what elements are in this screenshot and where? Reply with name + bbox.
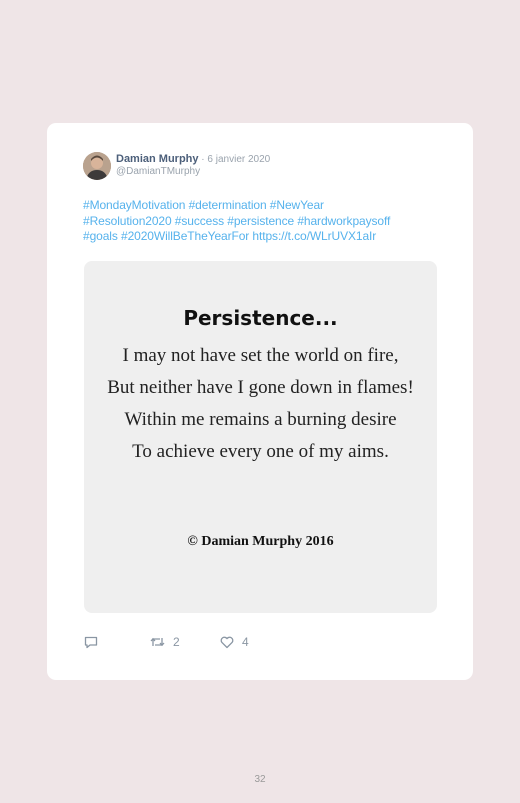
author-name[interactable]: Damian Murphy [116, 153, 199, 165]
author-handle[interactable]: @DamianTMurphy [116, 166, 200, 178]
poem-line: I may not have set the world on fire, [122, 345, 399, 366]
tweet-media-image[interactable]: Persistence... I may not have set the wo… [84, 261, 437, 613]
tweet-date[interactable]: 6 janvier 2020 [207, 154, 270, 165]
tweet-text: #MondayMotivation #determination #NewYea… [83, 198, 443, 245]
page-number: 32 [254, 774, 266, 785]
poem-line: But neither have I gone down in flames! [107, 377, 414, 398]
poem-title: Persistence... [183, 306, 338, 330]
reply-icon [83, 634, 99, 650]
retweet-button[interactable]: 2 [149, 632, 180, 652]
like-count: 4 [242, 635, 249, 649]
author-line: Damian Murphy · 6 janvier 2020 [116, 153, 270, 166]
tweet-actions: 2 4 [83, 632, 383, 652]
poem-line: To achieve every one of my aims. [132, 441, 389, 462]
retweet-count: 2 [173, 635, 180, 649]
heart-icon [219, 634, 235, 650]
tweet-text-line[interactable]: #Resolution2020 #success #persistence #h… [83, 214, 443, 230]
avatar[interactable] [83, 152, 111, 180]
like-button[interactable]: 4 [219, 632, 249, 652]
tweet-text-line[interactable]: #goals #2020WillBeTheYearFor https://t.c… [83, 229, 443, 245]
retweet-icon [149, 634, 166, 650]
tweet-card: Damian Murphy · 6 janvier 2020 @DamianTM… [47, 123, 473, 680]
poem-copyright: © Damian Murphy 2016 [187, 534, 334, 549]
reply-button[interactable] [83, 632, 99, 652]
tweet-text-line[interactable]: #MondayMotivation #determination #NewYea… [83, 198, 443, 214]
poem-line: Within me remains a burning desire [124, 409, 397, 430]
